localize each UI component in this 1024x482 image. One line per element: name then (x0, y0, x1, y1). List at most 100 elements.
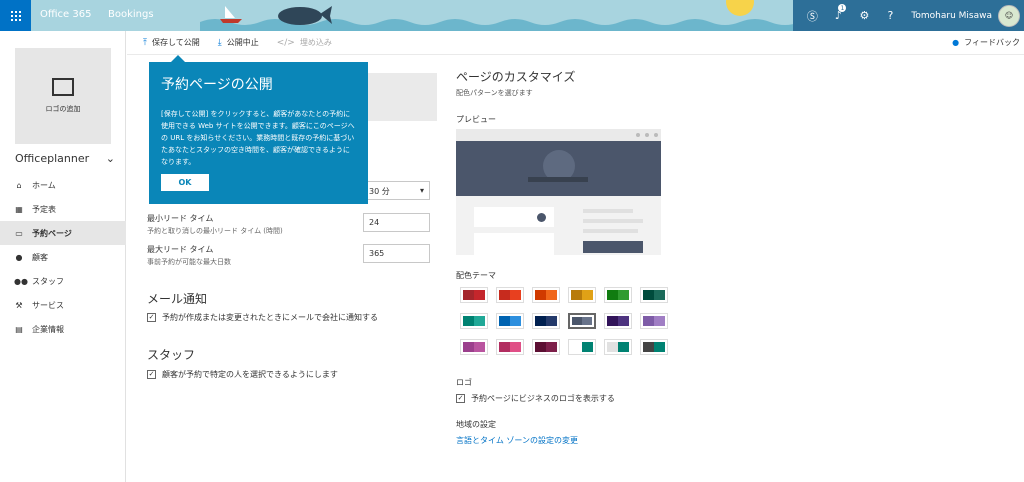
code-icon: </> (276, 37, 295, 48)
save-publish-button[interactable]: ⤒ 保存して公開 (143, 37, 200, 48)
theme-swatch[interactable] (568, 287, 596, 303)
staff-section-title: スタッフ (147, 348, 196, 362)
sidebar-item-label: 予定表 (32, 204, 56, 214)
wrench-icon: ⚒ (15, 300, 23, 310)
preview-label: プレビュー (456, 115, 496, 124)
ok-button[interactable]: OK (161, 174, 209, 191)
add-logo-button[interactable]: ロゴの追加 (15, 48, 111, 144)
show-logo-checkbox[interactable]: ✓ 予約ページにビジネスのロゴを表示する (456, 393, 615, 404)
checkbox-checked-icon: ✓ (147, 370, 156, 379)
checkbox-checked-icon: ✓ (456, 394, 465, 403)
sidebar-item-booking-page[interactable]: ▭ 予約ページ (0, 221, 126, 245)
chevron-down-icon: ⌄ (105, 152, 115, 165)
theme-swatch[interactable] (460, 339, 488, 355)
embed-button[interactable]: </> 埋め込み (277, 37, 332, 48)
lightbulb-icon: ● (952, 38, 960, 47)
settings-placeholder (367, 73, 437, 121)
briefcase-icon: ▤ (15, 324, 23, 334)
theme-label: 配色テーマ (456, 271, 496, 280)
add-logo-label: ロゴの追加 (45, 105, 81, 113)
notification-badge: 1 (838, 4, 847, 12)
theme-swatch[interactable] (532, 313, 560, 329)
email-section-title: メール通知 (147, 292, 208, 306)
help-icon[interactable]: ? (877, 0, 903, 31)
office365-title[interactable]: Office 365 (40, 9, 91, 20)
dropdown-arrow-icon: ▾ (419, 186, 424, 195)
callout-title: 予約ページの公開 (161, 77, 273, 93)
preview-line (583, 219, 643, 223)
preview-dot (654, 133, 658, 137)
region-label: 地域の設定 (456, 420, 496, 429)
theme-swatch[interactable] (496, 313, 524, 329)
theme-swatch[interactable] (460, 313, 488, 329)
image-icon (52, 78, 74, 96)
sidebar-item-customers[interactable]: ● 顧客 (0, 245, 126, 269)
sidebar-nav: ⌂ ホーム ▦ 予定表 ▭ 予約ページ ● 顧客 ●● スタッフ ⚒ サービス ▤ 企業情報 (0, 173, 126, 341)
callout-body: [保存して公開] をクリックすると、顧客があなたとの予約に使用できる Web サ… (161, 110, 355, 166)
sidebar-item-label: サービス (32, 300, 64, 310)
sidebar: ロゴの追加 Officeplanner ⌄ ⌂ ホーム ▦ 予定表 ▭ 予約ページ ●… (0, 31, 126, 482)
customize-title: ページのカスタマイズ (456, 70, 576, 84)
skype-icon[interactable]: Ⓢ (799, 0, 825, 31)
theme-swatch[interactable] (604, 339, 632, 355)
min-lead-row: 最小リード タイム 予約と取り消しの最小リード タイム (時間) 24 (147, 213, 437, 236)
sidebar-item-staff[interactable]: ●● スタッフ (0, 269, 126, 293)
sidebar-item-services[interactable]: ⚒ サービス (0, 293, 126, 317)
max-lead-row: 最大リード タイム 事前予約が可能な最大日数 365 (147, 244, 437, 267)
sidebar-item-label: 顧客 (32, 252, 48, 262)
preview-line (583, 209, 633, 213)
feedback-button[interactable]: ● フィードバック (952, 37, 1020, 48)
home-icon: ⌂ (16, 180, 22, 190)
sidebar-item-label: 予約ページ (32, 228, 72, 238)
preview-titlebar (456, 129, 661, 141)
preview-line (583, 229, 638, 233)
staff-select-checkbox[interactable]: ✓ 顧客が予約で特定の人を選択できるようにします (147, 369, 338, 380)
theme-swatch[interactable] (496, 339, 524, 355)
business-selector[interactable]: Officeplanner ⌄ (15, 152, 115, 165)
bell-icon[interactable]: ♪ 1 (825, 0, 851, 31)
interval-select[interactable]: 30 分 ▾ (363, 181, 430, 200)
people-icon: ●● (14, 276, 28, 286)
theme-swatch[interactable] (532, 339, 560, 355)
theme-swatch[interactable] (532, 287, 560, 303)
theme-swatch[interactable] (496, 287, 524, 303)
theme-swatch[interactable] (460, 287, 488, 303)
max-lead-input[interactable]: 365 (363, 244, 430, 263)
sidebar-item-business-info[interactable]: ▤ 企業情報 (0, 317, 126, 341)
sidebar-item-home[interactable]: ⌂ ホーム (0, 173, 126, 197)
theme-swatch[interactable] (568, 339, 596, 355)
sidebar-item-calendar[interactable]: ▦ 予定表 (0, 197, 126, 221)
app-launcher-icon[interactable] (0, 0, 31, 31)
sidebar-item-label: ホーム (32, 180, 56, 190)
theme-swatch[interactable] (640, 313, 668, 329)
preview-dot (636, 133, 640, 137)
business-name: Officeplanner (15, 152, 90, 165)
laptop-icon: ▭ (15, 228, 23, 238)
region-settings-link[interactable]: 言語とタイム ゾーンの設定の変更 (456, 435, 578, 446)
upload-icon: ⤒ (143, 37, 147, 48)
avatar[interactable]: ☺ (998, 4, 1020, 27)
download-icon: ⤓ (217, 37, 222, 48)
theme-swatch[interactable] (640, 339, 668, 355)
unpublish-button[interactable]: ⤓ 公開中止 (218, 37, 259, 48)
gear-icon[interactable]: ⚙ (851, 0, 877, 31)
preview-button (583, 241, 643, 253)
theme-swatch[interactable] (568, 313, 596, 329)
wave-decoration (200, 0, 800, 31)
command-bar: ⤒ 保存して公開 ⤓ 公開中止 </> 埋め込み ● フィードバック (127, 31, 1024, 55)
sidebar-item-label: スタッフ (32, 276, 64, 286)
customize-panel: ページのカスタマイズ 配色パターンを選びます プレビュー 配色テーマ ロゴ ✓ 予… (456, 55, 716, 482)
email-notify-checkbox[interactable]: ✓ 予約が作成または変更されたときにメールで会社に通知する (147, 312, 378, 323)
bookings-title[interactable]: Bookings (108, 9, 154, 20)
min-lead-input[interactable]: 24 (363, 213, 430, 232)
top-bar: Office 365 Bookings Ⓢ ♪ 1 ⚙ ? Tomoharu Mi… (0, 0, 1024, 31)
preview-dot (645, 133, 649, 137)
theme-swatch[interactable] (604, 313, 632, 329)
theme-swatch[interactable] (640, 287, 668, 303)
preview-card (474, 233, 554, 255)
calendar-icon: ▦ (15, 204, 23, 214)
customize-subtitle: 配色パターンを選びます (456, 89, 533, 97)
theme-swatch[interactable] (604, 287, 632, 303)
sidebar-item-label: 企業情報 (32, 324, 64, 334)
user-name[interactable]: Tomoharu Misawa (903, 11, 998, 21)
